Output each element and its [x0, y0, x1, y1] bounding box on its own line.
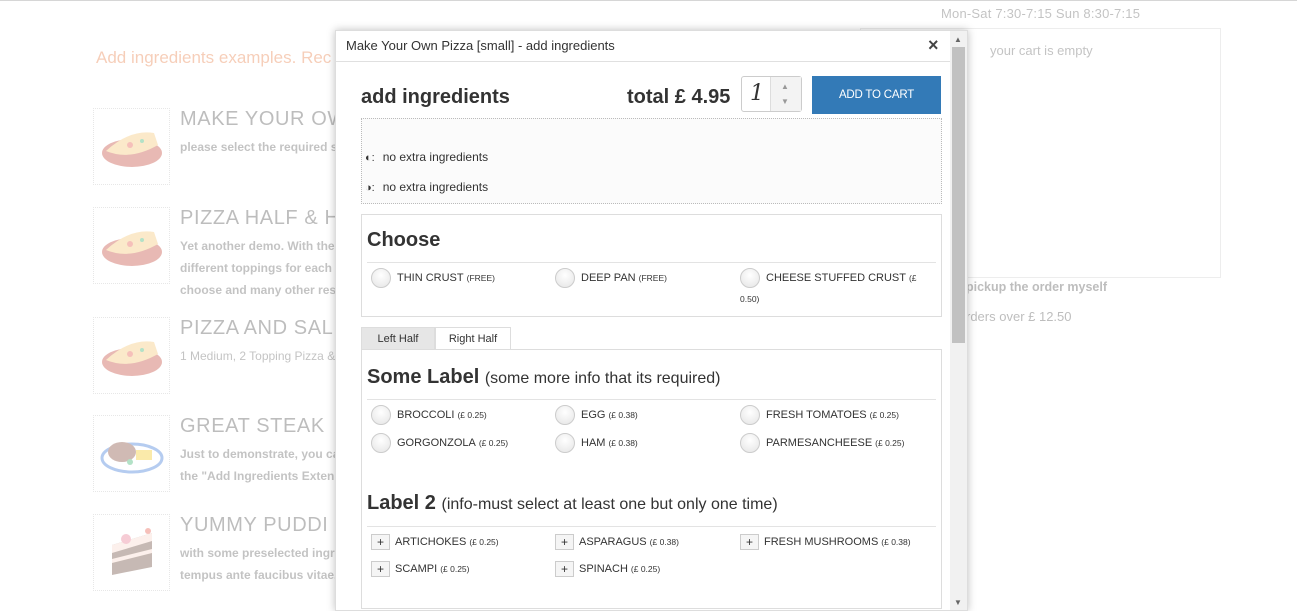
half-tabs: Left Half Right Half	[361, 327, 942, 350]
page-heading: Add ingredients examples. Rec	[96, 48, 332, 67]
ingredient-option[interactable]: GORGONZOLA (£ 0.25)	[371, 433, 508, 453]
menu-item-desc: Just to demonstrate, you ca the "Add Ing…	[180, 447, 340, 483]
plus-icon[interactable]: +	[555, 561, 574, 577]
ingredient-add-option[interactable]: + FRESH MUSHROOMS (£ 0.38)	[740, 534, 911, 550]
menu-item-title[interactable]: PIZZA HALF & H	[180, 207, 340, 230]
modal-title: Make Your Own Pizza [small] - add ingred…	[346, 38, 615, 53]
radio-button[interactable]	[371, 268, 391, 288]
quantity-input[interactable]: 1	[750, 81, 764, 106]
quantity-stepper[interactable]: 1 ▲ ▼	[741, 76, 802, 112]
scroll-thumb[interactable]	[952, 47, 965, 343]
price-continuation: 0.50)	[740, 294, 760, 304]
close-icon[interactable]: ×	[928, 36, 939, 54]
menu-item-title[interactable]: GREAT STEAK	[180, 415, 325, 438]
ingredient-option[interactable]: HAM (£ 0.38)	[555, 433, 638, 453]
radio-button[interactable]	[371, 405, 391, 425]
ingredient-option[interactable]: EGG (£ 0.38)	[555, 405, 638, 425]
left-half-summary: ◐: no extra ingredients	[365, 150, 489, 164]
crust-option[interactable]: CHEESE STUFFED CRUST (£	[740, 268, 917, 288]
crust-option[interactable]: DEEP PAN (FREE)	[555, 268, 667, 288]
some-label-heading: Some Label (some more info that its requ…	[367, 366, 721, 388]
menu-item-title[interactable]: PIZZA AND SAL	[180, 317, 333, 340]
ingredient-option[interactable]: FRESH TOMATOES (£ 0.25)	[740, 405, 899, 425]
menu-item-desc: Yet another demo. With the different top…	[180, 239, 341, 297]
total-price: total £ 4.95	[627, 86, 731, 108]
choose-crust-panel: Choose THIN CRUST (FREE) DEEP PAN (FREE) C…	[361, 214, 942, 317]
pizza-image[interactable]	[93, 207, 170, 284]
modal-scrollbar[interactable]: ▲ ▼	[950, 31, 967, 610]
title-row: add ingredients total £ 4.95 1 ▲ ▼ ADD T…	[361, 62, 942, 117]
right-half-summary: ◑: no extra ingredients	[365, 180, 489, 194]
modal-content: add ingredients total £ 4.95 1 ▲ ▼ ADD T…	[361, 62, 942, 609]
plus-icon[interactable]: +	[555, 534, 574, 550]
menu-item-desc: with some preselected ingr tempus ante f…	[180, 546, 338, 582]
add-ingredients-modal: Make Your Own Pizza [small] - add ingred…	[335, 30, 968, 611]
ingredients-summary: ◐: no extra ingredients ◑: no extra ingred…	[361, 118, 942, 204]
increment-arrow-icon[interactable]: ▲	[781, 82, 789, 91]
radio-button[interactable]	[740, 433, 760, 453]
choose-heading: Choose	[367, 229, 441, 251]
right-half-icon: ◑:	[365, 182, 375, 194]
add-ingredients-heading: add ingredients	[361, 86, 510, 108]
menu-item-title[interactable]: YUMMY PUDDI	[180, 514, 328, 537]
left-half-icon: ◐:	[365, 152, 375, 164]
crust-option[interactable]: THIN CRUST (FREE)	[371, 268, 495, 288]
menu-item-desc: 1 Medium, 2 Topping Pizza &	[180, 349, 336, 363]
radio-button[interactable]	[740, 405, 760, 425]
quantity-spinner: ▲ ▼	[770, 77, 801, 111]
radio-button[interactable]	[371, 433, 391, 453]
radio-button[interactable]	[555, 433, 575, 453]
ingredient-option[interactable]: PARMESANCHEESE (£ 0.25)	[740, 433, 904, 453]
ingredient-add-option[interactable]: + SPINACH (£ 0.25)	[555, 561, 660, 577]
ingredient-add-option[interactable]: + SCAMPI (£ 0.25)	[371, 561, 469, 577]
add-to-cart-button[interactable]: ADD TO CART	[812, 76, 941, 114]
radio-button[interactable]	[555, 405, 575, 425]
radio-button[interactable]	[555, 268, 575, 288]
opening-hours: Mon-Sat 7:30-7:15 Sun 8:30-7:15	[941, 6, 1141, 21]
menu-item-desc: please select the required s	[180, 140, 338, 154]
radio-button[interactable]	[740, 268, 760, 288]
divider	[367, 526, 936, 527]
scroll-down-arrow-icon[interactable]: ▼	[954, 598, 962, 607]
min-order-text: rders over £ 12.50	[966, 309, 1072, 324]
tab-right-half[interactable]: Right Half	[435, 327, 511, 350]
ingredient-option[interactable]: BROCCOLI (£ 0.25)	[371, 405, 487, 425]
tab-left-half[interactable]: Left Half	[361, 327, 435, 350]
divider	[367, 399, 936, 400]
pizza-image[interactable]	[93, 108, 170, 185]
menu-item-title[interactable]: MAKE YOUR OW	[180, 108, 347, 131]
ingredient-add-option[interactable]: + ARTICHOKES (£ 0.25)	[371, 534, 499, 550]
cake-image[interactable]	[93, 514, 170, 591]
pizza-image[interactable]	[93, 317, 170, 394]
plus-icon[interactable]: +	[371, 561, 390, 577]
cart-empty-text: your cart is empty	[990, 43, 1093, 58]
pickup-option[interactable]: pickup the order myself	[966, 280, 1107, 294]
ingredients-panel: Some Label (some more info that its requ…	[361, 349, 942, 609]
ingredient-add-option[interactable]: + ASPARAGUS (£ 0.38)	[555, 534, 679, 550]
scroll-up-arrow-icon[interactable]: ▲	[954, 35, 962, 44]
label2-heading: Label 2 (info-must select at least one b…	[367, 492, 778, 514]
plus-icon[interactable]: +	[740, 534, 759, 550]
decrement-arrow-icon[interactable]: ▼	[781, 97, 789, 106]
modal-header: Make Your Own Pizza [small] - add ingred…	[336, 31, 967, 62]
divider	[367, 262, 936, 263]
steak-image[interactable]	[93, 415, 170, 492]
plus-icon[interactable]: +	[371, 534, 390, 550]
